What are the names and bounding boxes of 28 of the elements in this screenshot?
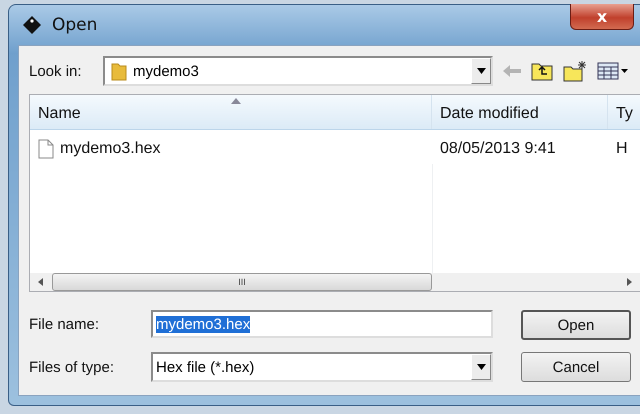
file-type-label: Files of type: <box>29 358 116 376</box>
file-cell-text: H <box>615 140 629 158</box>
look-in-dropdown[interactable]: mydemo3 <box>103 56 493 86</box>
folder-icon <box>111 61 127 81</box>
file-cell: mydemo3.hex <box>30 139 432 159</box>
file-type-dropdown[interactable]: Hex file (*.hex) <box>151 352 493 382</box>
scrollbar-thumb[interactable]: III <box>52 273 432 291</box>
file-row[interactable]: mydemo3.hex 08/05/2013 9:41 H <box>30 134 640 164</box>
column-header[interactable]: Ty <box>608 95 640 129</box>
file-cell-text: 08/05/2013 9:41 <box>439 140 557 158</box>
column-header[interactable]: Name <box>30 95 432 129</box>
dropdown-button[interactable] <box>471 58 491 84</box>
view-menu-icon[interactable] <box>597 62 629 80</box>
up-folder-icon[interactable] <box>531 61 553 81</box>
dropdown-button[interactable] <box>471 354 491 380</box>
cancel-button[interactable]: Cancel <box>521 352 631 382</box>
look-in-label: Look in: <box>29 62 83 80</box>
caret-icon <box>476 364 486 370</box>
close-button[interactable]: x <box>570 4 634 30</box>
window-title: Open <box>52 15 98 35</box>
new-folder-icon[interactable] <box>563 60 587 82</box>
tag-icon <box>22 15 42 35</box>
caret-icon <box>476 68 486 74</box>
open-button[interactable]: Open <box>521 310 631 340</box>
file-name-field[interactable]: mydemo3.hex <box>151 310 493 338</box>
file-name-label: File name: <box>29 316 100 332</box>
document-icon <box>38 139 54 159</box>
column-header[interactable]: Date modified <box>432 95 608 129</box>
